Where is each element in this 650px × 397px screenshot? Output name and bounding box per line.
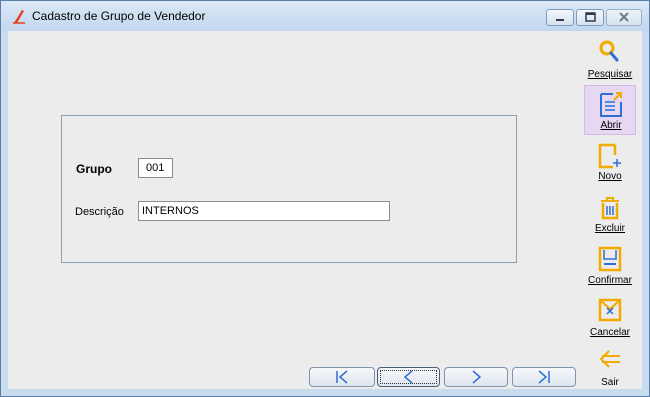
maximize-button[interactable]: [576, 9, 604, 26]
pesquisar-label: Pesquisar: [587, 69, 633, 80]
previous-record-button[interactable]: [377, 367, 440, 387]
sair-button[interactable]: Sair: [584, 343, 636, 393]
last-record-button[interactable]: [512, 367, 576, 387]
title-bar[interactable]: Cadastro de Grupo de Vendedor: [1, 1, 649, 31]
cancelar-label: Cancelar: [589, 327, 631, 338]
new-document-icon: [598, 143, 621, 169]
excluir-button[interactable]: Excluir: [584, 189, 636, 239]
first-record-button[interactable]: [309, 367, 375, 387]
window-title: Cadastro de Grupo de Vendedor: [32, 9, 206, 23]
abrir-button[interactable]: Abrir: [584, 85, 636, 135]
novo-button[interactable]: Novo: [584, 137, 636, 187]
app-logo-icon: [13, 10, 25, 24]
exit-arrow-icon: [599, 350, 620, 368]
grupo-field[interactable]: 001: [138, 158, 173, 178]
trash-icon: [601, 197, 619, 220]
novo-label: Novo: [598, 171, 622, 182]
excluir-label: Excluir: [594, 223, 625, 234]
abrir-label: Abrir: [600, 120, 622, 131]
save-icon: [598, 246, 622, 272]
first-record-icon: [336, 370, 348, 384]
close-icon: [619, 12, 629, 22]
next-record-icon: [472, 370, 482, 384]
cancel-icon: [598, 298, 622, 322]
search-icon: [599, 40, 619, 62]
confirmar-button[interactable]: Confirmar: [584, 241, 636, 291]
minimize-icon: [556, 19, 564, 21]
client-area: Grupo 001 Descrição INTERNOS Pesquisar A…: [8, 31, 642, 389]
pesquisar-button[interactable]: Pesquisar: [584, 35, 636, 85]
cancelar-button[interactable]: Cancelar: [584, 293, 636, 343]
sair-label: Sair: [601, 377, 619, 388]
window: Cadastro de Grupo de Vendedor Grupo 001 …: [0, 0, 650, 397]
form-panel: [61, 115, 517, 263]
descricao-field[interactable]: INTERNOS: [138, 201, 390, 221]
maximize-icon: [585, 12, 596, 22]
previous-record-icon: [403, 370, 413, 384]
next-record-button[interactable]: [444, 367, 508, 387]
descricao-label: Descrição: [75, 206, 124, 218]
confirmar-label: Confirmar: [588, 275, 632, 286]
close-button[interactable]: [606, 9, 642, 26]
last-record-icon: [538, 370, 550, 384]
minimize-button[interactable]: [546, 9, 574, 26]
grupo-label: Grupo: [76, 162, 112, 176]
open-document-icon: [600, 92, 622, 117]
